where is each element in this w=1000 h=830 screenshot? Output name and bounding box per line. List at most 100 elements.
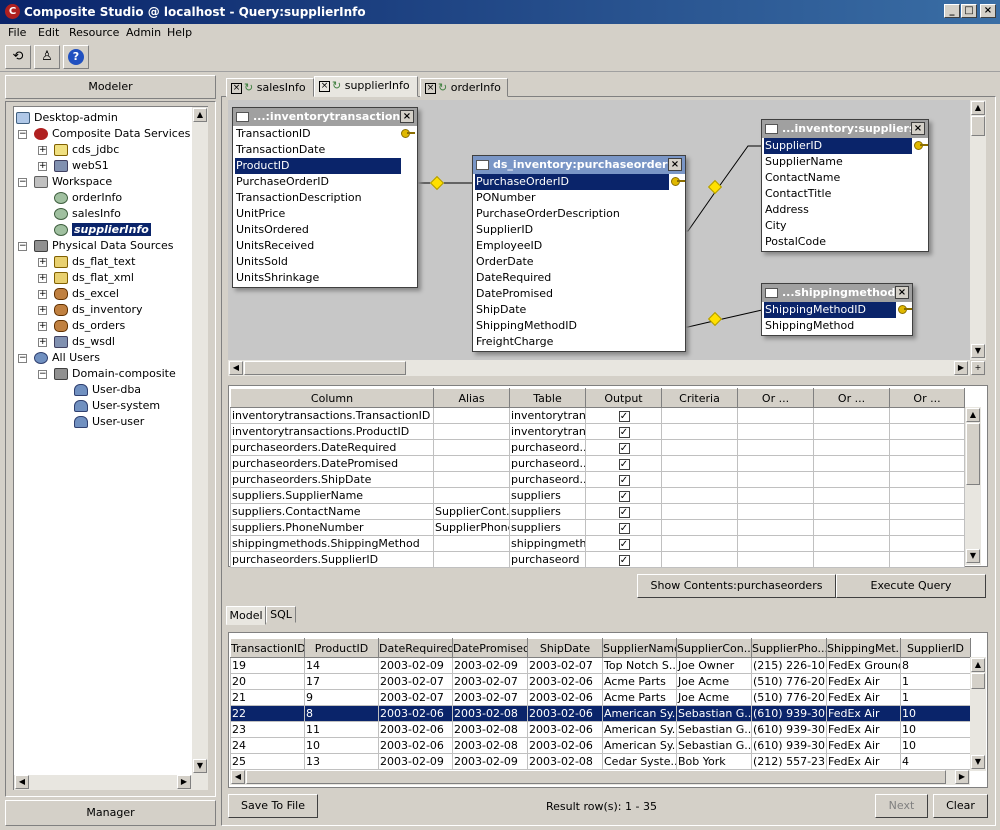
manager-panel-button[interactable]: Manager xyxy=(5,800,216,826)
clear-button[interactable]: Clear xyxy=(933,794,988,818)
grid-cell[interactable] xyxy=(889,519,965,536)
result-cell[interactable]: 2003-02-06 xyxy=(378,705,453,722)
column-header[interactable]: Table xyxy=(509,388,586,408)
tree-item[interactable]: All Users xyxy=(34,350,100,366)
grid-cell[interactable] xyxy=(661,455,738,472)
output-checkbox-cell[interactable]: ✓ xyxy=(585,551,662,568)
column-item[interactable]: ContactTitle xyxy=(762,186,928,202)
result-cell[interactable]: 2003-02-08 xyxy=(527,753,603,770)
scroll-left-icon[interactable]: ◀ xyxy=(15,775,29,789)
results-horizontal-scrollbar[interactable]: ◀ ▶ xyxy=(230,770,970,785)
result-cell[interactable]: FedEx Ground xyxy=(826,657,901,674)
column-item[interactable]: UnitsShrinkage xyxy=(233,270,417,286)
query-grid-row[interactable]: inventorytransactions.ProductID inventory… xyxy=(230,423,965,440)
column-item[interactable]: DatePromised xyxy=(473,286,685,302)
result-cell[interactable]: Acme Parts xyxy=(602,673,677,690)
result-cell[interactable]: (610) 939-30... xyxy=(751,705,827,722)
result-cell[interactable]: 22 xyxy=(230,705,305,722)
tree-item[interactable]: Domain-composite xyxy=(54,366,176,382)
menu-resource[interactable]: Resource xyxy=(69,26,119,39)
grid-cell[interactable] xyxy=(737,471,814,488)
column-header[interactable]: Column xyxy=(230,388,434,408)
result-column-header[interactable]: SupplierID xyxy=(900,638,971,658)
grid-cell[interactable]: purchaseorders.SupplierID xyxy=(230,551,434,568)
result-cell[interactable]: 10 xyxy=(900,737,971,754)
result-cell[interactable]: 2003-02-07 xyxy=(452,673,528,690)
result-cell[interactable]: Joe Owner xyxy=(676,657,752,674)
grid-cell[interactable]: suppliers xyxy=(509,519,586,536)
result-cell[interactable]: Joe Acme xyxy=(676,689,752,706)
grid-cell[interactable] xyxy=(889,471,965,488)
menu-edit[interactable]: Edit xyxy=(38,26,59,39)
grid-cell[interactable] xyxy=(889,535,965,552)
column-item[interactable]: FreightCharge xyxy=(473,334,685,350)
grid-cell[interactable] xyxy=(661,535,738,552)
query-grid-row[interactable]: purchaseorders.DatePromised purchaseord..… xyxy=(230,455,965,472)
grid-cell[interactable] xyxy=(737,487,814,504)
grid-cell[interactable]: suppliers.ContactName xyxy=(230,503,434,520)
minimize-button[interactable]: _ xyxy=(944,4,960,18)
result-cell[interactable]: 2003-02-06 xyxy=(527,737,603,754)
grid-cell[interactable] xyxy=(737,519,814,536)
help-icon[interactable]: ? xyxy=(63,45,89,69)
tree-item[interactable]: Desktop-admin xyxy=(16,110,118,126)
show-contents-button[interactable]: Show Contents:purchaseorders xyxy=(637,574,836,598)
checkbox-checked-icon[interactable]: ✓ xyxy=(618,443,630,454)
result-cell[interactable]: 2003-02-06 xyxy=(378,737,453,754)
grid-cell[interactable] xyxy=(661,439,738,456)
result-cell[interactable]: 2003-02-09 xyxy=(378,753,453,770)
result-cell[interactable]: 8 xyxy=(900,657,971,674)
tree-item[interactable]: User-dba xyxy=(74,382,141,398)
close-icon[interactable]: × xyxy=(668,158,682,171)
column-item[interactable]: TransactionDate xyxy=(233,142,417,158)
close-tab-icon[interactable]: × xyxy=(319,80,330,92)
column-item[interactable]: EmployeeID xyxy=(473,238,685,254)
result-cell[interactable]: 10 xyxy=(900,705,971,722)
scroll-up-icon[interactable]: ▲ xyxy=(193,108,207,122)
query-grid-row[interactable]: inventorytransactions.TransactionID inven… xyxy=(230,407,965,424)
column-header[interactable]: Alias xyxy=(433,388,510,408)
collapse-icon[interactable]: − xyxy=(18,130,27,139)
result-cell[interactable]: 2003-02-06 xyxy=(527,673,603,690)
grid-cell[interactable] xyxy=(433,423,510,440)
result-column-header[interactable]: SupplierName xyxy=(602,638,677,658)
result-cell[interactable]: 8 xyxy=(304,705,379,722)
column-item[interactable]: PurchaseOrderID xyxy=(475,174,685,190)
column-item[interactable]: ShippingMethodID xyxy=(764,302,912,318)
checkbox-checked-icon[interactable]: ✓ xyxy=(618,411,630,422)
grid-cell[interactable] xyxy=(737,455,814,472)
result-cell[interactable]: 2003-02-06 xyxy=(527,689,603,706)
expand-icon[interactable]: + xyxy=(38,162,47,171)
query-grid-row[interactable]: suppliers.PhoneNumber SupplierPhone suppli… xyxy=(230,519,965,536)
grid-cell[interactable] xyxy=(813,407,890,424)
grid-cell[interactable] xyxy=(813,551,890,568)
result-row[interactable]: 19 14 2003-02-09 2003-02-09 2003-02-07 Top No… xyxy=(230,657,971,674)
output-checkbox-cell[interactable]: ✓ xyxy=(585,487,662,504)
result-cell[interactable]: 2003-02-07 xyxy=(378,673,453,690)
checkbox-checked-icon[interactable]: ✓ xyxy=(618,507,630,518)
collapse-icon[interactable]: − xyxy=(18,242,27,251)
grid-cell[interactable]: suppliers xyxy=(509,503,586,520)
result-cell[interactable]: FedEx Air xyxy=(826,737,901,754)
result-cell[interactable]: Top Notch S... xyxy=(602,657,677,674)
column-item[interactable]: PurchaseOrderDescription xyxy=(473,206,685,222)
column-item[interactable]: PurchaseOrderID xyxy=(233,174,417,190)
column-header[interactable]: Output xyxy=(585,388,662,408)
grid-cell[interactable] xyxy=(661,471,738,488)
result-cell[interactable]: (610) 939-30... xyxy=(751,737,827,754)
result-cell[interactable]: FedEx Air xyxy=(826,753,901,770)
column-item[interactable]: ContactName xyxy=(762,170,928,186)
result-column-header[interactable]: ProductID xyxy=(304,638,379,658)
table-purchaseorders[interactable]: ds_inventory:purchaseorders × PurchaseOrd… xyxy=(472,155,686,352)
grid-vertical-scrollbar[interactable]: ▲ ▼ xyxy=(965,407,981,565)
user-icon[interactable]: ♙ xyxy=(34,45,60,69)
expand-icon[interactable]: + xyxy=(38,290,47,299)
grid-cell[interactable]: purchaseorders.ShipDate xyxy=(230,471,434,488)
column-item[interactable]: DateRequired xyxy=(473,270,685,286)
checkbox-checked-icon[interactable]: ✓ xyxy=(618,427,630,438)
result-column-header[interactable]: ShipDate xyxy=(527,638,603,658)
tree-item[interactable]: ds_wsdl xyxy=(54,334,115,350)
grid-cell[interactable] xyxy=(813,423,890,440)
menu-admin[interactable]: Admin xyxy=(126,26,161,39)
result-cell[interactable]: 24 xyxy=(230,737,305,754)
